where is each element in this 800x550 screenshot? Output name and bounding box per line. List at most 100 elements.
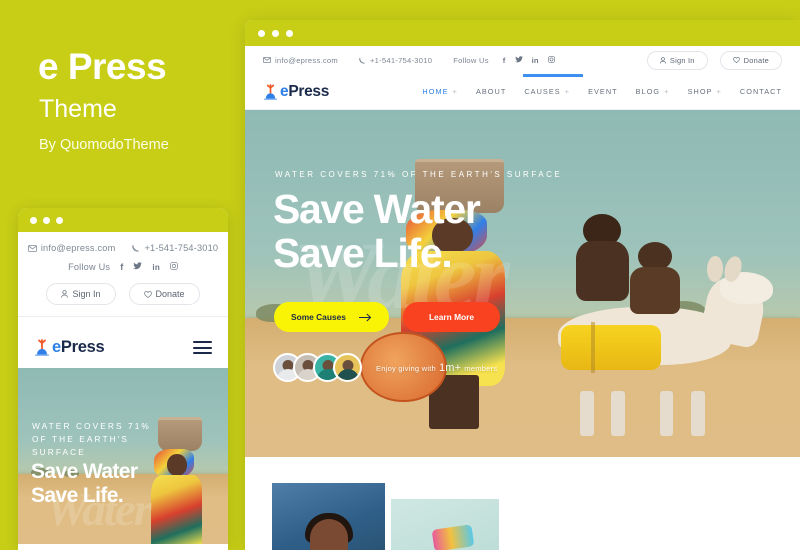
promo-title: e Press xyxy=(38,46,167,87)
some-causes-button[interactable]: Some Causes xyxy=(274,302,389,332)
facebook-icon[interactable]: f xyxy=(120,262,123,272)
nav-item-contact-label: CONTACT xyxy=(739,87,782,96)
desktop-titlebar xyxy=(245,20,800,46)
chevron-plus-icon: + xyxy=(664,87,670,96)
desktop-sign-in-label: Sign In xyxy=(669,55,695,65)
mobile-sign-in-label: Sign In xyxy=(72,289,101,299)
instagram-icon[interactable] xyxy=(170,262,178,272)
desktop-donate-button[interactable]: Donate xyxy=(719,50,782,70)
chevron-plus-icon: + xyxy=(716,87,722,96)
mobile-titlebar xyxy=(18,208,228,232)
mobile-sign-in-button[interactable]: Sign In xyxy=(46,283,116,305)
child-figure-1 xyxy=(572,214,633,304)
chevron-plus-icon: + xyxy=(452,87,458,96)
nav-item-home[interactable]: HOME + xyxy=(422,87,458,96)
members-group: Enjoy giving with 1m+ members xyxy=(273,353,497,382)
desktop-phone[interactable]: +1-541-754-3010 xyxy=(359,56,432,65)
mobile-divider xyxy=(18,316,228,317)
avatar-stack xyxy=(273,353,362,382)
yellow-water-container xyxy=(561,322,662,374)
hero-image xyxy=(245,110,800,457)
mobile-email[interactable]: info@epress.com xyxy=(27,243,116,253)
window-dot-minimize[interactable] xyxy=(43,216,50,224)
nav-item-blog-label: BLOG xyxy=(635,87,661,96)
mobile-hero: Water WATER COVERS 71% OF THE EARTH'S SU… xyxy=(18,368,228,544)
nav-item-about-label: ABOUT xyxy=(475,87,507,96)
mobile-follow-row: Follow Us f in xyxy=(18,262,228,272)
hero-heading-line1: Save Water xyxy=(273,186,481,232)
nav-item-shop-label: SHOP xyxy=(687,87,713,96)
window-dot-close[interactable] xyxy=(258,29,265,37)
desktop-phone-text: +1-541-754-3010 xyxy=(369,55,433,65)
linkedin-icon[interactable]: in xyxy=(532,56,539,65)
mobile-hero-heading-line1: Save Water xyxy=(31,460,138,483)
window-dot-close[interactable] xyxy=(30,216,37,224)
portrait-thumbnail xyxy=(272,483,385,550)
active-nav-indicator xyxy=(523,74,583,77)
avatar xyxy=(333,353,362,382)
window-dot-maximize[interactable] xyxy=(286,29,293,37)
window-dot-minimize[interactable] xyxy=(272,29,279,37)
desktop-hero: Water WATER COVERS 71% OF THE EARTH'S SU… xyxy=(245,110,800,457)
hamburger-icon[interactable] xyxy=(193,341,212,354)
some-causes-label: Some Causes xyxy=(291,312,346,322)
nav-item-contact[interactable]: CONTACT xyxy=(740,87,782,96)
nav-item-causes-label: CAUSES xyxy=(524,87,561,96)
nav-item-blog[interactable]: BLOG + xyxy=(636,87,670,96)
nav-item-event-label: EVENT xyxy=(588,87,618,96)
desktop-mockup: info@epress.com +1-541-754-3010 Follow U… xyxy=(245,20,800,550)
members-count: 1m+ xyxy=(438,361,462,374)
arrow-right-icon xyxy=(358,313,372,321)
members-text: Enjoy giving with 1m+ members xyxy=(376,362,497,374)
learn-more-button[interactable]: Learn More xyxy=(402,302,501,332)
epress-logo-icon xyxy=(263,83,278,100)
mobile-donate-button[interactable]: Donate xyxy=(128,283,200,305)
envelope-icon xyxy=(263,57,271,63)
nav-item-shop[interactable]: SHOP + xyxy=(688,87,722,96)
instagram-icon[interactable] xyxy=(547,55,555,65)
mobile-auth-buttons: Sign In Donate xyxy=(18,283,228,305)
desktop-topbar: info@epress.com +1-541-754-3010 Follow U… xyxy=(245,46,800,74)
desktop-logo[interactable]: ePress xyxy=(263,84,329,100)
logo-text-rest: Press xyxy=(288,82,330,100)
epress-logo-icon xyxy=(34,339,50,356)
mobile-hero-eyebrow: WATER COVERS 71% OF THE EARTH'S SURFACE xyxy=(32,421,151,457)
heart-icon xyxy=(143,290,152,298)
desktop-sign-in-button[interactable]: Sign In xyxy=(646,50,708,70)
learn-more-label: Learn More xyxy=(428,312,475,322)
desktop-email[interactable]: info@epress.com xyxy=(263,56,338,65)
twitter-icon[interactable] xyxy=(514,55,523,65)
mobile-follow-label: Follow Us xyxy=(68,262,111,272)
nav-item-event[interactable]: EVENT xyxy=(588,87,618,96)
hero-heading-line2: Save Life. xyxy=(273,229,453,276)
nav-item-about[interactable]: ABOUT xyxy=(476,87,506,96)
window-dot-maximize[interactable] xyxy=(56,216,63,224)
mobile-navbar: ePress xyxy=(18,326,228,368)
mobile-email-text: info@epress.com xyxy=(40,243,116,253)
desktop-donate-label: Donate xyxy=(743,55,769,65)
mobile-topbar: info@epress.com +1-541-754-3010 Follow U… xyxy=(18,232,228,326)
desktop-logo-text: ePress xyxy=(280,84,329,100)
promo-byline: By QuomodoTheme xyxy=(39,137,169,153)
mobile-logo[interactable]: ePress xyxy=(34,338,105,357)
mobile-hero-heading-line2: Save Life. xyxy=(31,484,124,508)
mobile-logo-text: ePress xyxy=(52,338,105,357)
hero-eyebrow: WATER COVERS 71% OF THE EARTH'S SURFACE xyxy=(275,170,563,179)
hero-cta-group: Some Causes Learn More xyxy=(274,302,501,332)
hero-heading: Save Water Save Life. xyxy=(273,186,481,276)
logo-text-rest: Press xyxy=(60,338,105,357)
mobile-phone-text: +1-541-754-3010 xyxy=(144,243,219,253)
nav-item-causes[interactable]: CAUSES + xyxy=(524,87,570,96)
mobile-contact-row: info@epress.com +1-541-754-3010 xyxy=(18,243,228,253)
facebook-icon[interactable]: f xyxy=(503,56,506,65)
nav-item-home-label: HOME xyxy=(422,87,449,96)
mobile-phone[interactable]: +1-541-754-3010 xyxy=(132,243,218,253)
desktop-email-text: info@epress.com xyxy=(275,55,338,65)
desktop-auth-buttons: Sign In Donate xyxy=(646,50,782,70)
linkedin-icon[interactable]: in xyxy=(152,263,160,272)
twitter-icon[interactable] xyxy=(133,262,143,272)
desktop-follow-label: Follow Us xyxy=(453,55,489,65)
promo-subtitle: Theme xyxy=(39,95,117,123)
person-icon xyxy=(660,56,666,64)
desktop-menu: HOME + ABOUT CAUSES + EVENT BLOG + SHOP + CO… xyxy=(422,87,782,96)
